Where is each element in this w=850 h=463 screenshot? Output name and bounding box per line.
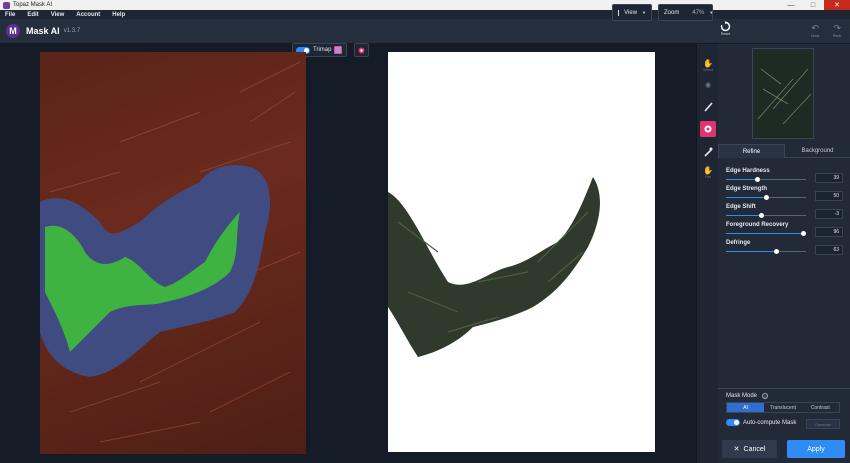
menu-help[interactable]: Help (112, 12, 125, 18)
undo-button[interactable]: ↶ Undo (811, 23, 819, 38)
reset-icon (720, 21, 731, 32)
app-version: v1.3.7 (63, 28, 81, 34)
auto-compute-switch[interactable] (726, 419, 740, 426)
undo-icon: ↶ (811, 23, 819, 33)
title-bar: Topaz Mask AI — □ ✕ (0, 0, 850, 10)
chevron-down-icon: ▼ (642, 10, 646, 15)
brush-tool[interactable] (700, 99, 716, 115)
fill-bucket-icon: ◉ (704, 82, 712, 89)
fill-tool[interactable]: ◉ (700, 77, 716, 93)
minimize-button[interactable]: — (780, 0, 802, 10)
slider-edge-strength[interactable]: Edge Strength 50 (726, 186, 846, 204)
panel-tabs: Refine Background (718, 144, 850, 158)
redo-icon: ↷ (833, 23, 841, 33)
menu-view[interactable]: View (51, 12, 65, 18)
brush-icon (704, 102, 713, 112)
eraser-color-icon (358, 47, 365, 53)
dropper-tool[interactable] (700, 144, 716, 160)
redo-button[interactable]: ↷ Redo (833, 23, 841, 38)
trimap-color-swatch[interactable] (334, 46, 343, 54)
slider-edge-hardness[interactable]: Edge Hardness 39 (726, 168, 846, 186)
select-hand-icon: ✋ (703, 58, 713, 68)
tab-refine[interactable]: Refine (718, 144, 785, 158)
app-name: Mask AI (26, 26, 60, 36)
mask-mode-ai[interactable]: AI (727, 403, 765, 412)
auto-compute-toggle[interactable]: Auto-compute Mask (726, 419, 796, 426)
mask-mode-contrast[interactable]: Contrast (802, 403, 839, 412)
edge-shift-value[interactable]: -3 (815, 209, 843, 219)
app-icon (3, 1, 10, 9)
trimap-overlay-graphic (40, 61, 301, 443)
panel-divider (718, 388, 850, 389)
edge-hardness-value[interactable]: 39 (815, 173, 843, 183)
mask-mode-selector: AI Translucent Contrast (726, 402, 840, 413)
view-dropdown[interactable]: View ▼ (612, 4, 652, 21)
chevron-down-icon: ▼ (709, 10, 714, 15)
eraser-tool[interactable] (700, 121, 716, 137)
tool-strip: ✋ Select ◉ ✋ Pan (696, 44, 718, 463)
cutout-preview-graphic (388, 177, 600, 357)
masked-output-image[interactable] (388, 52, 655, 452)
menu-bar: File Edit View Account Help (0, 10, 850, 19)
dropper-icon (704, 147, 713, 157)
foreground-recovery-value[interactable]: 96 (815, 227, 843, 237)
help-icon[interactable]: ? (762, 393, 768, 399)
original-image-with-trimap[interactable] (40, 52, 306, 454)
mask-ai-logo-icon: M (6, 24, 20, 38)
zoom-value: 47% (692, 9, 705, 16)
defringe-value[interactable]: 63 (815, 245, 843, 255)
close-icon: ✕ (733, 446, 740, 453)
slider-defringe[interactable]: Defringe 63 (726, 240, 846, 258)
close-window-button[interactable]: ✕ (824, 0, 850, 10)
slider-edge-shift[interactable]: Edge Shift -3 (726, 204, 846, 222)
zoom-dropdown[interactable]: Zoom 47% ▼ (658, 4, 713, 21)
compare-view-icon (618, 9, 620, 16)
navigator-thumbnail[interactable] (752, 48, 814, 139)
select-tool[interactable]: ✋ Select (700, 57, 716, 73)
apply-button[interactable]: Apply (787, 440, 845, 458)
pan-hand-icon: ✋ (703, 165, 713, 175)
mask-mode-label: Mask Mode (726, 393, 758, 399)
pan-tool[interactable]: ✋ Pan (700, 164, 716, 180)
maximize-button[interactable]: □ (802, 0, 824, 10)
reset-button[interactable]: Reset (720, 21, 731, 36)
menu-file[interactable]: File (5, 12, 15, 18)
overlay-color-button[interactable] (354, 43, 369, 57)
thumbnail-graphic (753, 49, 813, 138)
menu-account[interactable]: Account (76, 12, 100, 18)
generate-button[interactable]: Generate (806, 419, 840, 429)
menu-edit[interactable]: Edit (27, 12, 38, 18)
mask-mode-translucent[interactable]: Translucent (764, 403, 801, 412)
cancel-button[interactable]: ✕ Cancel (722, 440, 777, 458)
slider-foreground-recovery[interactable]: Foreground Recovery 96 (726, 222, 846, 240)
tab-background[interactable]: Background (785, 144, 850, 158)
edge-strength-value[interactable]: 50 (815, 191, 843, 201)
eraser-icon (704, 125, 712, 133)
